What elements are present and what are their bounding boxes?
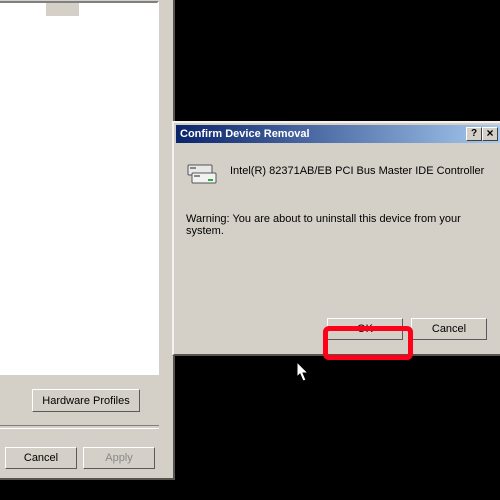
tree-icon bbox=[62, 1, 79, 16]
device-icon bbox=[186, 159, 218, 191]
ok-button[interactable]: OK bbox=[327, 318, 403, 340]
tree-icon bbox=[46, 1, 63, 16]
dialog-title: Confirm Device Removal bbox=[180, 128, 310, 140]
device-manager-window: DE Controller Hardware Profiles Cancel A… bbox=[0, 0, 175, 480]
help-button[interactable]: ? bbox=[466, 127, 482, 141]
dm-apply-button: Apply bbox=[83, 447, 155, 469]
warning-text: Warning: You are about to uninstall this… bbox=[186, 213, 490, 237]
device-manager-footer: Cancel Apply bbox=[0, 435, 159, 473]
dm-cancel-button[interactable]: Cancel bbox=[5, 447, 77, 469]
hardware-profiles-button[interactable]: Hardware Profiles bbox=[32, 389, 140, 412]
cancel-button[interactable]: Cancel bbox=[411, 318, 487, 340]
device-tree[interactable]: DE Controller bbox=[0, 1, 159, 375]
close-button[interactable]: × bbox=[482, 127, 498, 141]
dialog-titlebar[interactable]: Confirm Device Removal ? × bbox=[176, 125, 500, 143]
device-manager-button-bar: Hardware Profiles bbox=[0, 385, 159, 417]
device-name-label: Intel(R) 82371AB/EB PCI Bus Master IDE C… bbox=[230, 165, 490, 177]
cursor-icon bbox=[297, 362, 311, 384]
confirm-device-removal-dialog: Confirm Device Removal ? × Intel(R) 8237… bbox=[172, 121, 500, 356]
separator bbox=[0, 425, 159, 429]
